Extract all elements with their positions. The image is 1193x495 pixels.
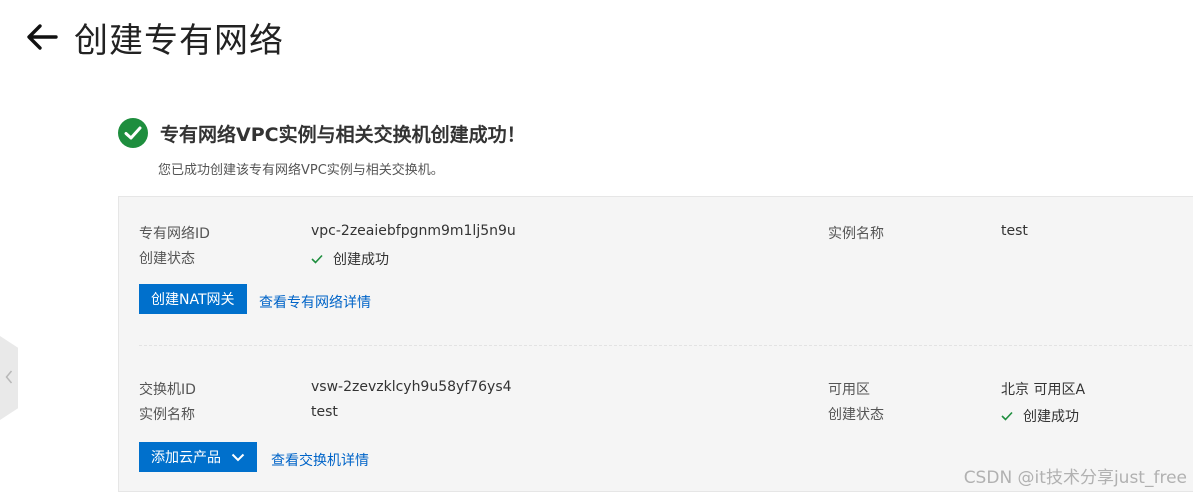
result-subtitle: 您已成功创建该专有网络VPC实例与相关交换机。 <box>158 163 444 178</box>
vpc-section: 专有网络ID vpc-2zeaiebfpgnm9m1lj5n9u 创建状态 创建… <box>119 197 1193 345</box>
vswitch-details-link[interactable]: 查看交换机详情 <box>271 450 369 470</box>
result-title: 专有网络VPC实例与相关交换机创建成功！ <box>160 123 526 146</box>
vswitch-zone-value: 北京 可用区A <box>1001 382 1086 398</box>
vswitch-name-label: 实例名称 <box>139 407 195 423</box>
sidebar-toggle-handle[interactable] <box>0 336 18 420</box>
vpc-status-value: 创建成功 <box>333 252 389 268</box>
section-divider <box>139 345 1193 346</box>
check-icon <box>311 254 323 264</box>
check-icon <box>1001 411 1013 421</box>
vswitch-status-value: 创建成功 <box>1023 409 1079 425</box>
vpc-details-link[interactable]: 查看专有网络详情 <box>259 292 371 312</box>
add-cloud-product-label: 添加云产品 <box>151 450 221 466</box>
vswitch-id-label: 交换机ID <box>139 382 196 398</box>
details-panel: 专有网络ID vpc-2zeaiebfpgnm9m1lj5n9u 创建状态 创建… <box>118 196 1193 492</box>
vswitch-status: 创建成功 <box>1001 406 1079 426</box>
vpc-id-label: 专有网络ID <box>139 226 210 242</box>
vswitch-status-label: 创建状态 <box>828 407 884 423</box>
vpc-name-value: test <box>1001 223 1028 239</box>
add-cloud-product-button[interactable]: 添加云产品 <box>139 442 257 472</box>
arrow-left-icon[interactable] <box>24 19 60 55</box>
check-circle-icon <box>118 118 148 148</box>
vpc-status-label: 创建状态 <box>139 251 195 267</box>
chevron-down-icon <box>231 453 245 462</box>
vswitch-id-value: vsw-2zevzklcyh9u58yf76ys4 <box>311 379 512 395</box>
vpc-status: 创建成功 <box>311 249 389 269</box>
page-header: 创建专有网络 <box>24 14 284 61</box>
chevron-left-icon <box>5 369 13 388</box>
vswitch-zone-label: 可用区 <box>828 382 870 398</box>
success-result: 专有网络VPC实例与相关交换机创建成功！ 您已成功创建该专有网络VPC实例与相关… <box>118 118 526 178</box>
create-nat-gateway-button[interactable]: 创建NAT网关 <box>139 284 247 314</box>
page-title: 创建专有网络 <box>74 20 284 61</box>
vpc-name-label: 实例名称 <box>828 226 884 242</box>
vpc-id-value: vpc-2zeaiebfpgnm9m1lj5n9u <box>311 223 516 239</box>
vswitch-name-value: test <box>311 404 338 420</box>
watermark-text: CSDN @it技术分享just_free <box>963 468 1187 488</box>
